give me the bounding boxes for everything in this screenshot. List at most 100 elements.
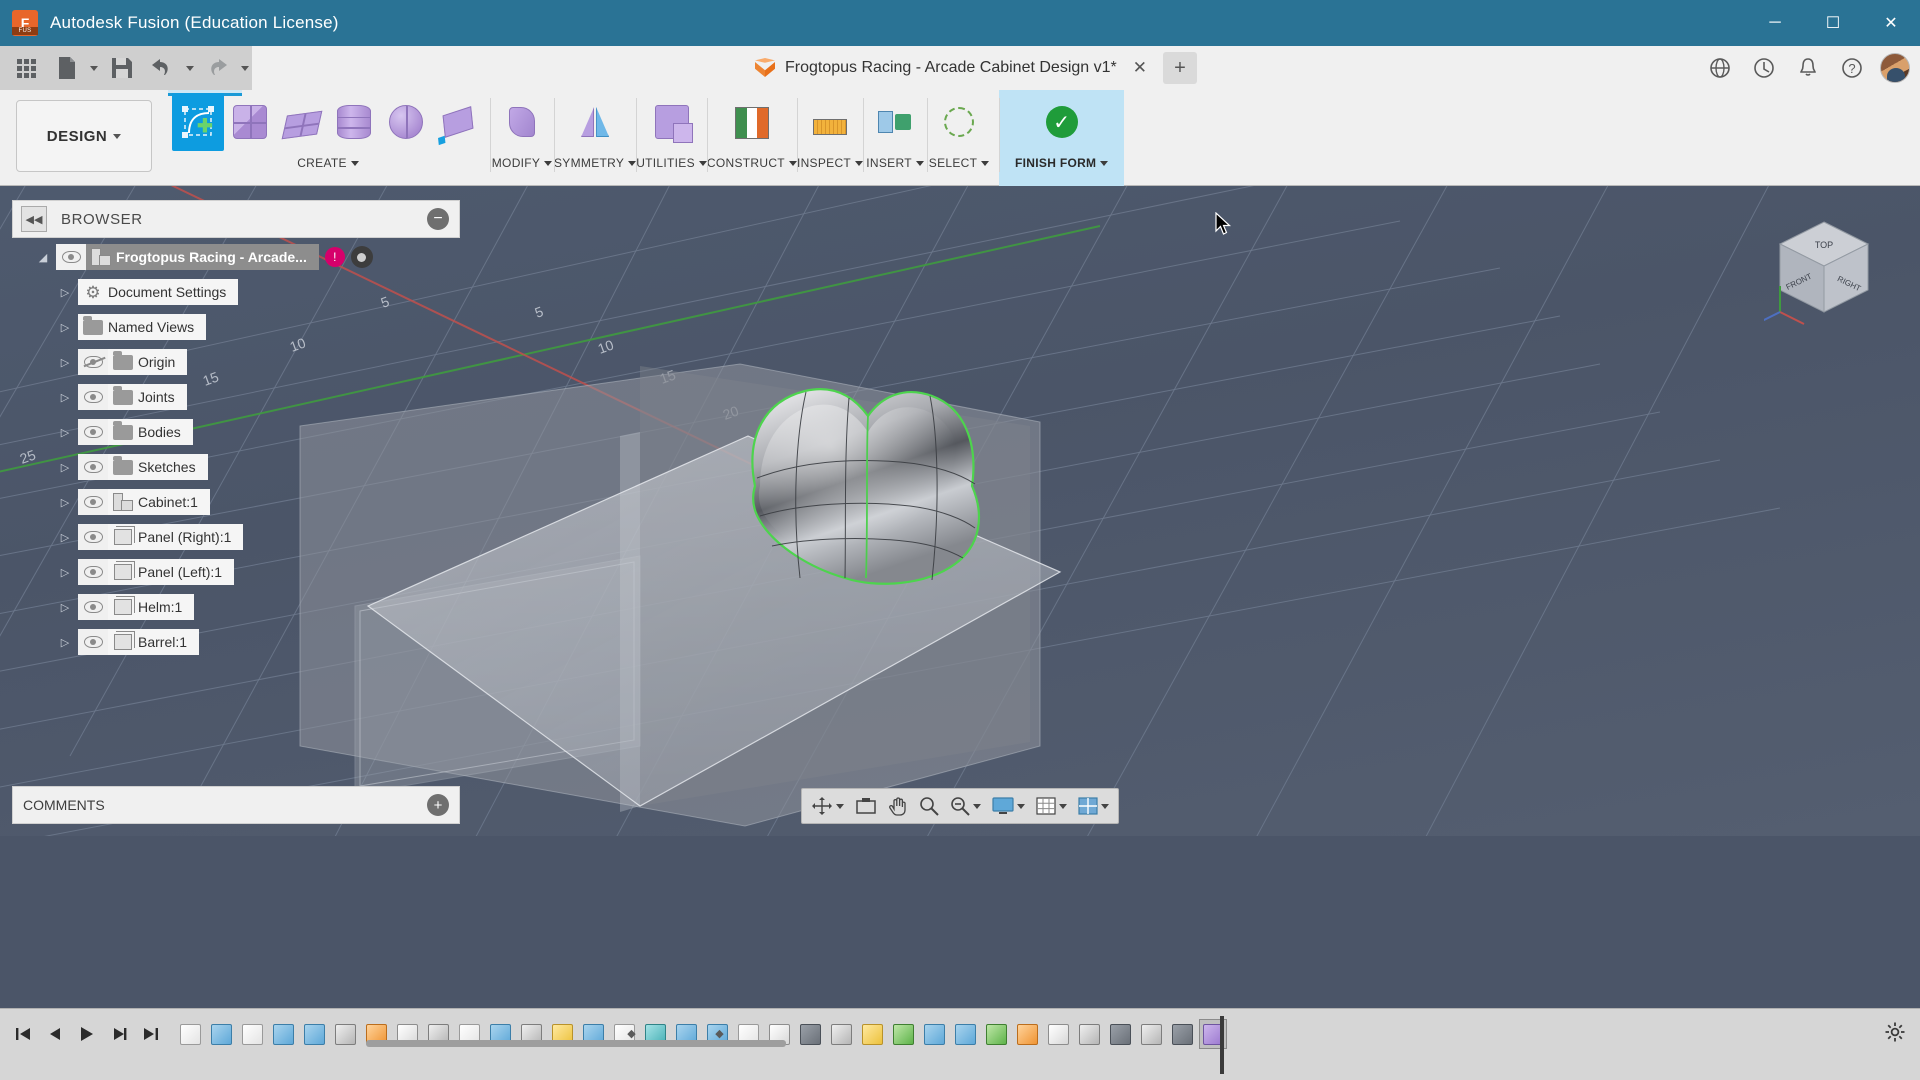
timeline-feature[interactable] [331, 1019, 359, 1049]
orbit-button[interactable] [806, 791, 849, 821]
form-display-mode-button[interactable] [646, 93, 698, 151]
minimize-button[interactable]: ─ [1746, 0, 1804, 46]
expand-arrow-icon[interactable]: ▷ [52, 314, 78, 340]
timeline-feature[interactable] [238, 1019, 266, 1049]
visibility-toggle[interactable] [78, 629, 108, 655]
app-grid-button[interactable] [8, 50, 46, 86]
form-cylinder-button[interactable] [328, 93, 380, 151]
expand-arrow-icon[interactable]: ▷ [52, 629, 78, 655]
timeline-feature[interactable] [1075, 1019, 1103, 1049]
zoom-button[interactable] [914, 791, 944, 821]
undo-button[interactable] [143, 50, 181, 86]
job-status-icon[interactable] [1744, 50, 1784, 86]
3d-viewport[interactable]: 5 5 10 10 15 15 20 25 25 [0, 186, 1920, 836]
form-mirror-internal-button[interactable] [569, 93, 621, 151]
timeline-feature[interactable] [827, 1019, 855, 1049]
timeline-feature[interactable] [207, 1019, 235, 1049]
maximize-button[interactable]: ☐ [1804, 0, 1862, 46]
tree-node-root[interactable]: ◢ Frogtopus Racing - Arcade... ! [30, 242, 373, 272]
browser-minimize-button[interactable]: − [427, 208, 449, 230]
expand-arrow-icon[interactable]: ▷ [52, 384, 78, 410]
form-box-button[interactable] [224, 93, 276, 151]
timeline-feature[interactable] [1044, 1019, 1072, 1049]
browser-collapse-button[interactable]: ◀◀ [21, 206, 47, 232]
new-file-button[interactable] [48, 50, 86, 86]
ribbon-group-finish-form[interactable]: ✓ FINISH FORM [999, 90, 1125, 186]
form-quadball-button[interactable] [432, 93, 484, 151]
timeline-feature[interactable] [269, 1019, 297, 1049]
expand-arrow-icon[interactable]: ▷ [52, 489, 78, 515]
ribbon-group-label-symmetry[interactable]: SYMMETRY [554, 156, 637, 170]
visibility-toggle[interactable] [78, 454, 108, 480]
timeline-feature[interactable] [1013, 1019, 1041, 1049]
status-badge[interactable]: ! [324, 247, 345, 267]
form-plane-button[interactable] [276, 93, 328, 151]
timeline-scrollbar[interactable] [366, 1040, 786, 1047]
form-sphere-button[interactable] [380, 93, 432, 151]
timeline-feature[interactable] [796, 1019, 824, 1049]
select-tool-button[interactable] [933, 93, 985, 151]
user-avatar[interactable] [1880, 53, 1910, 83]
tree-node-barrel[interactable]: ▷ Barrel:1 [52, 627, 373, 657]
ribbon-group-label-insert[interactable]: INSERT [866, 156, 924, 170]
expand-arrow-icon[interactable]: ▷ [52, 524, 78, 550]
form-create-base-feature-button[interactable] [172, 93, 224, 151]
tree-node-cabinet[interactable]: ▷ Cabinet:1 [52, 487, 373, 517]
timeline-marker[interactable] [1220, 1016, 1224, 1074]
expand-arrow-icon[interactable]: ▷ [52, 419, 78, 445]
ribbon-group-label-inspect[interactable]: INSPECT [797, 156, 864, 170]
component-activate-radio[interactable] [350, 246, 373, 268]
grid-snaps-button[interactable] [1031, 791, 1072, 821]
timeline-feature[interactable] [858, 1019, 886, 1049]
expand-arrow-icon[interactable]: ◢ [30, 244, 56, 270]
tree-node-panel-right[interactable]: ▷ Panel (Right):1 [52, 522, 373, 552]
form-edit-form-button[interactable] [496, 93, 548, 151]
ribbon-group-label-utilities[interactable]: UTILITIES [636, 156, 707, 170]
ribbon-group-label-finish-form[interactable]: FINISH FORM [1015, 156, 1109, 170]
expand-arrow-icon[interactable]: ▷ [52, 454, 78, 480]
visibility-toggle[interactable] [78, 594, 108, 620]
close-document-tab[interactable]: ✕ [1127, 58, 1153, 78]
new-document-tab-button[interactable]: + [1162, 52, 1197, 84]
visibility-toggle[interactable] [56, 244, 86, 270]
visibility-toggle[interactable] [78, 419, 108, 445]
tree-node-bodies[interactable]: ▷ Bodies [52, 417, 373, 447]
timeline-feature[interactable] [1168, 1019, 1196, 1049]
redo-button[interactable] [198, 50, 236, 86]
view-cube[interactable]: TOP FRONT RIGHT [1764, 208, 1884, 328]
timeline-feature[interactable] [176, 1019, 204, 1049]
timeline-feature[interactable] [920, 1019, 948, 1049]
display-settings-button[interactable] [987, 791, 1030, 821]
tree-node-document-settings[interactable]: ▷ ⚙ Document Settings [52, 277, 373, 307]
tree-node-named-views[interactable]: ▷ Named Views [52, 312, 373, 342]
timeline-feature[interactable] [889, 1019, 917, 1049]
timeline-feature-selected[interactable] [1199, 1016, 1227, 1074]
look-at-button[interactable] [850, 791, 882, 821]
construct-offset-plane-button[interactable] [726, 93, 778, 151]
timeline-go-end[interactable] [138, 1021, 164, 1047]
expand-arrow-icon[interactable]: ▷ [52, 559, 78, 585]
ribbon-group-label-construct[interactable]: CONSTRUCT [707, 156, 797, 170]
insert-derive-button[interactable] [869, 93, 921, 151]
save-button[interactable] [103, 50, 141, 86]
ribbon-group-label-create[interactable]: CREATE [297, 156, 359, 170]
workspace-selector[interactable]: DESIGN [16, 100, 152, 172]
help-icon[interactable]: ? [1832, 50, 1872, 86]
add-comment-button[interactable]: + [427, 794, 449, 816]
finish-form-button[interactable]: ✓ [1036, 93, 1088, 151]
timeline-feature[interactable] [982, 1019, 1010, 1049]
visibility-toggle[interactable] [78, 524, 108, 550]
undo-caret[interactable] [183, 50, 197, 86]
visibility-toggle[interactable] [78, 349, 108, 375]
timeline-feature[interactable] [1137, 1019, 1165, 1049]
tree-node-panel-left[interactable]: ▷ Panel (Left):1 [52, 557, 373, 587]
viewports-button[interactable] [1073, 791, 1114, 821]
pan-button[interactable] [883, 791, 913, 821]
data-panel-icon[interactable] [1700, 50, 1740, 86]
visibility-toggle[interactable] [78, 559, 108, 585]
zoom-window-button[interactable] [945, 791, 986, 821]
notifications-icon[interactable] [1788, 50, 1828, 86]
timeline-feature[interactable] [951, 1019, 979, 1049]
timeline-settings-button[interactable] [1874, 1009, 1920, 1048]
expand-arrow-icon[interactable]: ▷ [52, 279, 78, 305]
